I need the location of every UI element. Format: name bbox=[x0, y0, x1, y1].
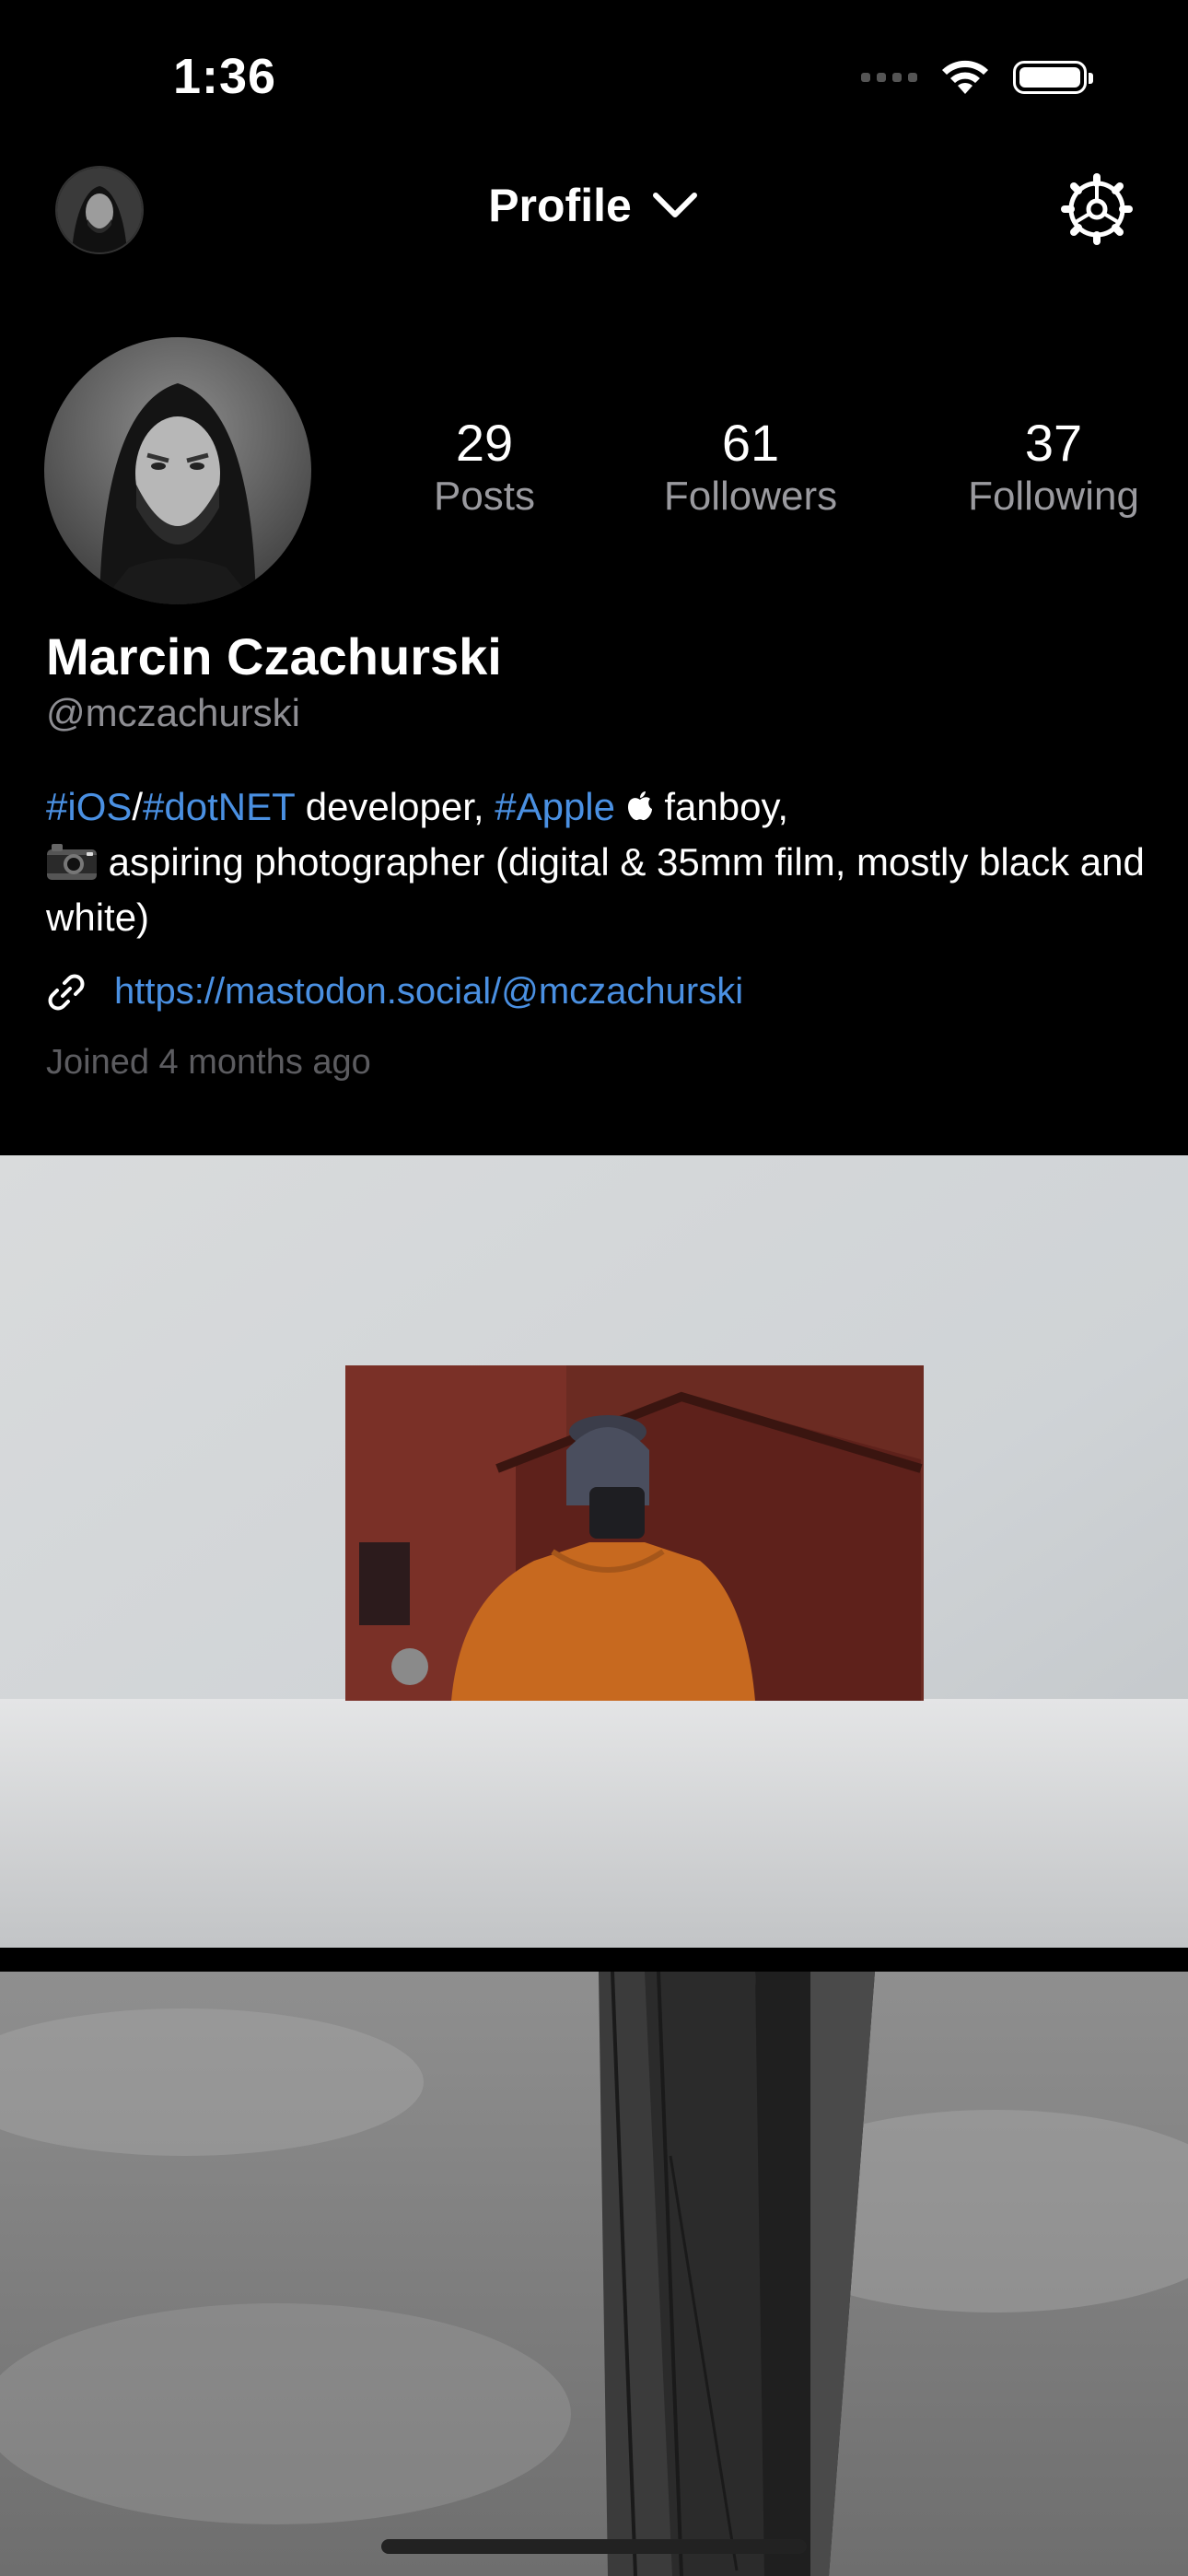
profile-link-row[interactable]: https://mastodon.social/@mczachurski bbox=[46, 971, 743, 1013]
bio-text-fanboy: fanboy, bbox=[653, 785, 788, 828]
profile-stats: 29 Posts 61 Followers 37 Following bbox=[0, 415, 1188, 520]
status-bar: 1:36 bbox=[0, 0, 1188, 157]
battery-icon bbox=[1013, 61, 1093, 94]
gear-icon bbox=[1061, 173, 1133, 245]
hashtag-ios[interactable]: #iOS bbox=[46, 785, 132, 828]
navigation-bar: Profile bbox=[0, 157, 1188, 267]
user-handle: @mczachurski bbox=[46, 691, 301, 734]
bio-slash: / bbox=[132, 785, 144, 828]
bio-text-developer: developer, bbox=[295, 785, 495, 828]
stat-followers-label: Followers bbox=[663, 474, 838, 519]
stat-followers[interactable]: 61 Followers bbox=[631, 415, 870, 521]
stat-following-value: 37 bbox=[1024, 414, 1083, 472]
hashtag-apple[interactable]: #Apple bbox=[495, 785, 615, 828]
link-icon bbox=[48, 974, 85, 1010]
stat-posts-value: 29 bbox=[455, 414, 514, 472]
display-name: Marcin Czachurski bbox=[46, 627, 502, 685]
status-time: 1:36 bbox=[173, 49, 277, 104]
profile-bio: #iOS/#dotNET developer, #Apple fanboy, a… bbox=[46, 779, 1151, 945]
wifi-icon bbox=[942, 60, 988, 94]
stat-posts[interactable]: 29 Posts bbox=[365, 415, 604, 521]
bio-text-photographer: aspiring photographer (digital & 35mm fi… bbox=[46, 840, 1145, 939]
stat-posts-label: Posts bbox=[433, 474, 536, 519]
post-image-selfie bbox=[0, 1155, 1188, 1948]
post-image-building bbox=[0, 1972, 1188, 2576]
stat-followers-value: 61 bbox=[721, 414, 780, 472]
settings-button[interactable] bbox=[1061, 173, 1133, 245]
status-icons bbox=[861, 57, 1093, 98]
hashtag-dotnet[interactable]: #dotNET bbox=[143, 785, 295, 828]
chevron-down-icon bbox=[652, 193, 697, 217]
stat-following[interactable]: 37 Following bbox=[934, 415, 1173, 521]
cellular-signal-icon bbox=[861, 73, 917, 82]
stat-following-label: Following bbox=[968, 474, 1139, 519]
post-photo[interactable] bbox=[0, 1155, 1188, 1948]
post-photo[interactable] bbox=[0, 1972, 1188, 2576]
home-indicator[interactable] bbox=[381, 2539, 807, 2554]
camera-emoji bbox=[46, 840, 109, 884]
camera-icon bbox=[47, 844, 97, 880]
joined-date: Joined 4 months ago bbox=[46, 1043, 371, 1082]
profile-switcher[interactable]: Profile bbox=[0, 179, 1188, 232]
nav-title: Profile bbox=[488, 180, 632, 231]
apple-logo-icon bbox=[627, 791, 652, 821]
profile-url-link[interactable]: https://mastodon.social/@mczachurski bbox=[114, 971, 743, 1013]
